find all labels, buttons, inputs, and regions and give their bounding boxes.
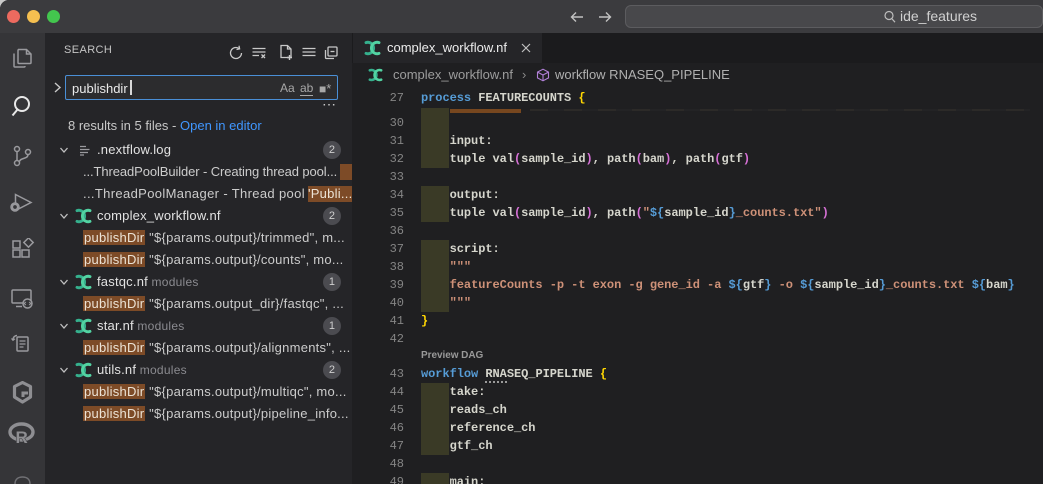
svg-text:R: R bbox=[16, 428, 28, 446]
